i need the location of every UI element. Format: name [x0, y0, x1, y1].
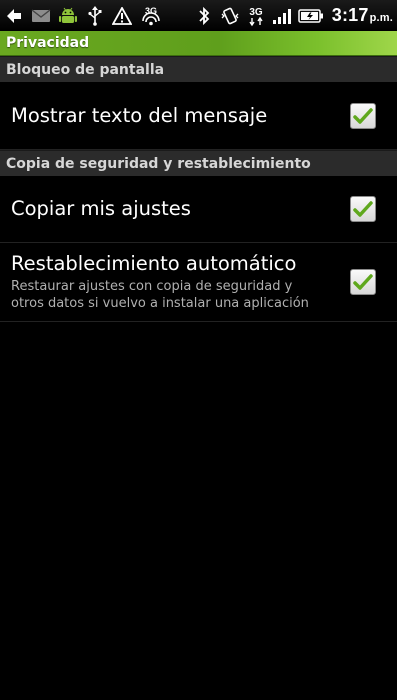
backup-settings-checkbox[interactable]	[350, 196, 376, 222]
status-bar-notifications: 3G	[4, 5, 163, 26]
usb-icon	[85, 5, 105, 26]
pref-title: Mostrar texto del mensaje	[11, 103, 268, 127]
section-header-label: Bloqueo de pantalla	[6, 61, 165, 78]
android-icon	[58, 6, 78, 26]
auto-restore-checkbox[interactable]	[350, 269, 376, 295]
checkmark-icon	[353, 201, 373, 217]
pref-auto-restore[interactable]: Restablecimiento automático Restaurar aj…	[0, 243, 397, 322]
back-arrow-icon	[4, 6, 24, 26]
battery-icon	[298, 6, 324, 26]
warning-icon	[112, 6, 132, 26]
title-bar: Privacidad	[0, 31, 397, 56]
clock-ampm: p.m.	[369, 12, 393, 24]
bluetooth-icon	[194, 6, 214, 26]
status-bar: 3G 3G 3:17p.m.	[0, 0, 397, 31]
pref-title: Restablecimiento automático	[11, 252, 297, 275]
page-title: Privacidad	[6, 35, 90, 51]
pref-title: Copiar mis ajustes	[11, 197, 191, 220]
mail-icon	[31, 6, 51, 26]
pref-show-message-text[interactable]: Mostrar texto del mensaje	[0, 82, 397, 150]
section-header-label: Copia de seguridad y restablecimiento	[6, 155, 311, 172]
pref-text: Restablecimiento automático Restaurar aj…	[11, 252, 397, 312]
signal-icon	[272, 6, 292, 26]
3g-data-icon: 3G	[246, 6, 266, 26]
pref-backup-settings[interactable]: Copiar mis ajustes	[0, 176, 397, 243]
pref-summary: Restaurar ajustes con copia de seguridad…	[11, 279, 309, 311]
pref-text: Mostrar texto del mensaje	[11, 104, 397, 128]
checkmark-icon	[353, 107, 373, 124]
section-header-screen-lock: Bloqueo de pantalla	[0, 56, 397, 82]
tether-3g-label: 3G	[249, 7, 263, 18]
vibrate-icon	[220, 6, 240, 26]
status-bar-system: 3G 3:17p.m.	[194, 5, 393, 26]
section-header-backup-restore: Copia de seguridad y restablecimiento	[0, 150, 397, 176]
clock: 3:17p.m.	[332, 5, 393, 26]
wifi-3g-icon: 3G	[139, 6, 163, 26]
clock-time: 3:17	[331, 5, 369, 25]
checkmark-icon	[353, 274, 373, 290]
show-message-text-checkbox[interactable]	[350, 102, 376, 129]
pref-text: Copiar mis ajustes	[11, 197, 397, 221]
